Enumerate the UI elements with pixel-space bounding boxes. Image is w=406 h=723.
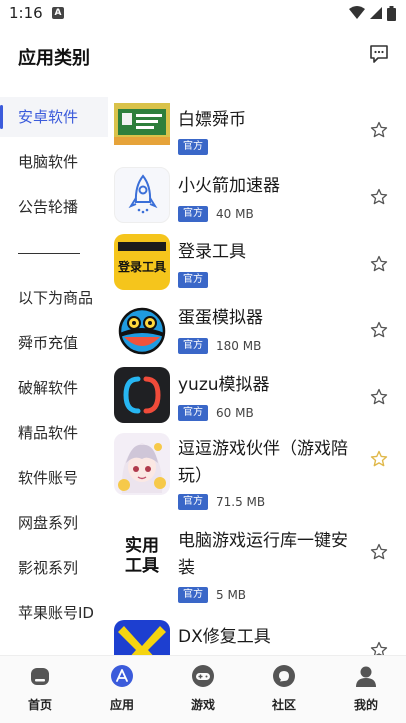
nav-label: 游戏 [190, 698, 215, 712]
nav-label: 我的 [353, 698, 378, 712]
app-store-icon [111, 665, 133, 687]
app-name: 小火箭加速器 [178, 176, 280, 196]
app-name: 逗逗游戏伙伴（游戏陪玩） [178, 439, 348, 486]
nav-label: 应用 [109, 698, 134, 712]
official-badge: 官方 [178, 272, 208, 288]
nav-label: 社区 [271, 698, 296, 712]
official-badge: 官方 [178, 494, 208, 510]
message-icon [370, 45, 388, 63]
app-row[interactable]: 实用工具 电脑游戏运行库一键安装 官方 5 MB [108, 521, 406, 613]
status-time: 1:16 [9, 4, 43, 22]
sidebar-item-video[interactable]: 影视系列 [0, 548, 108, 588]
nav-profile[interactable]: 我的 [336, 664, 396, 718]
chat-bubble-icon [273, 665, 295, 687]
rocket-icon [114, 167, 170, 223]
sidebar-item-apple-id[interactable]: 苹果账号ID [0, 593, 108, 633]
star-icon[interactable] [370, 121, 388, 139]
sidebar-item-premium[interactable]: 精品软件 [0, 413, 108, 453]
app-row[interactable]: 小火箭加速器 官方 40 MB [108, 161, 406, 229]
notification-icon: A [52, 7, 64, 19]
bottom-nav: 首页 应用 游戏 社区 我的 [0, 655, 406, 723]
nav-home[interactable]: 首页 [10, 664, 70, 718]
star-icon-favorited[interactable] [370, 450, 388, 468]
sidebar-item-announcement[interactable]: 公告轮播 [0, 187, 108, 227]
status-icons [349, 5, 396, 21]
sidebar-item-cracked[interactable]: 破解软件 [0, 368, 108, 408]
sidebar-item-coin-recharge[interactable]: 舜币充值 [0, 323, 108, 363]
coin-banner-icon [114, 103, 170, 145]
header: 应用类别 [0, 28, 406, 88]
egg-emulator-icon [114, 301, 170, 357]
star-icon[interactable] [370, 255, 388, 273]
dx-repair-icon [114, 620, 170, 655]
app-name: 白嫖舜币 [178, 110, 246, 130]
sidebar-item-accounts[interactable]: 软件账号 [0, 458, 108, 498]
app-size: 5 MB [216, 588, 247, 602]
anime-girl-icon [114, 433, 170, 495]
signal-icon [370, 7, 382, 19]
app-name: yuzu模拟器 [178, 375, 270, 395]
app-row[interactable]: 登录工具 登录工具 官方 [108, 229, 406, 295]
official-badge: 官方 [178, 587, 208, 603]
gamepad-icon [192, 665, 214, 687]
login-tool-icon-text: 登录工具 [117, 260, 166, 274]
home-icon [31, 668, 49, 685]
app-row[interactable]: 蛋蛋模拟器 官方 180 MB [108, 295, 406, 362]
runtime-icon: 实用工具 [114, 526, 170, 582]
message-button[interactable] [368, 43, 390, 65]
runtime-icon-text: 实用工具 [125, 536, 159, 576]
page-title: 应用类别 [18, 48, 90, 69]
app-name: 蛋蛋模拟器 [178, 308, 263, 328]
sidebar-item-netdisk[interactable]: 网盘系列 [0, 503, 108, 543]
star-icon[interactable] [370, 321, 388, 339]
app-size: 60 MB [216, 406, 254, 420]
star-icon[interactable] [370, 388, 388, 406]
battery-icon [387, 5, 396, 21]
official-badge: 官方 [178, 206, 208, 222]
official-badge: 官方 [178, 139, 208, 155]
app-row[interactable]: yuzu模拟器 官方 60 MB [108, 362, 406, 428]
app-row[interactable]: 逗逗游戏伙伴（游戏陪玩） 官方 71.5 MB [108, 428, 406, 518]
sidebar-item-android[interactable]: 安卓软件 [0, 97, 108, 137]
sidebar-item-goods[interactable]: 以下为商品 [0, 278, 108, 318]
category-sidebar: 安卓软件 电脑软件 公告轮播 以下为商品 舜币充值 破解软件 精品软件 软件账号… [0, 95, 108, 655]
sidebar-divider [18, 253, 80, 254]
nav-games[interactable]: 游戏 [173, 664, 233, 718]
app-row[interactable]: 白嫖舜币 官方 [108, 95, 406, 161]
app-row[interactable]: DX修复工具 [108, 615, 406, 655]
yuzu-icon [114, 367, 170, 423]
app-name: DX修复工具 [178, 627, 271, 647]
official-badge: 官方 [178, 338, 208, 354]
sidebar-item-pc[interactable]: 电脑软件 [0, 142, 108, 182]
app-name: 电脑游戏运行库一键安装 [178, 531, 348, 578]
app-name: 登录工具 [178, 242, 246, 262]
status-bar: 1:16 A [0, 0, 406, 28]
official-badge: 官方 [178, 405, 208, 421]
user-icon [356, 666, 376, 687]
nav-label: 首页 [27, 698, 52, 712]
app-size: 180 MB [216, 339, 262, 353]
nav-apps[interactable]: 应用 [92, 664, 152, 718]
login-tool-icon: 登录工具 [114, 234, 170, 290]
wifi-icon [349, 6, 365, 19]
star-icon[interactable] [370, 543, 388, 561]
app-size: 40 MB [216, 207, 254, 221]
star-icon[interactable] [370, 641, 388, 655]
app-size: 71.5 MB [216, 495, 266, 509]
star-icon[interactable] [370, 188, 388, 206]
app-list: 白嫖舜币 官方 小火箭加速器 官方 40 MB 登录工具 登录工具 官方 蛋蛋模… [108, 95, 406, 655]
nav-community[interactable]: 社区 [254, 664, 314, 718]
